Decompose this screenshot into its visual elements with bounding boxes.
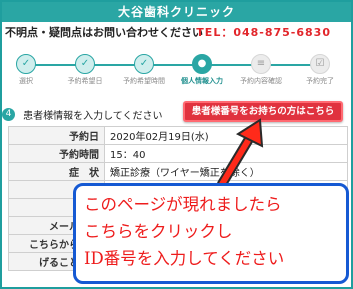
arrow-shaft (219, 131, 255, 187)
table-row: 予約日 2020年02月19日(水) (8, 126, 348, 145)
step-label: 予約希望時間 (123, 77, 165, 85)
step-label: 予約内容確認 (240, 77, 282, 85)
progress-steps: ✓ 選択 ✓ 予約希望日 ✓ 予約希望時間 ● 個人情報入力 ≡ 予約内容確認 … (0, 54, 349, 94)
person-icon: ● (192, 54, 212, 74)
step-label: 予約希望日 (67, 77, 103, 85)
clinic-title-bar: 大谷歯科クリニック (2, 2, 351, 22)
step-label: 選択 (19, 77, 33, 85)
table-row: 症 状 矯正診療（ワイヤー矯正を除く） (8, 162, 348, 181)
step-select: ✓ 選択 (0, 54, 56, 86)
step-complete: ☑ 予約完了 (290, 54, 350, 86)
inquiry-text: 不明点・疑問点はお問い合わせください (5, 26, 203, 39)
instruction-callout: このページが現れましたら こちらをクリックし ID番号を入力してください (73, 183, 349, 284)
row-label: 予約時間 (8, 144, 105, 163)
step-label: 個人情報入力 (181, 77, 223, 85)
step-confirm: ≡ 予約内容確認 (231, 54, 291, 86)
callout-line-1: このページが現れましたら (84, 195, 282, 214)
row-label: 予約日 (8, 126, 105, 145)
section-title: 患者様情報を入力してください (23, 111, 163, 122)
row-label: 症 状 (8, 162, 105, 181)
red-arrow-icon (217, 118, 264, 189)
clinic-title: 大谷歯科クリニック (117, 5, 235, 19)
step-personal-info: ● 個人情報入力 (172, 54, 232, 86)
check-icon: ✓ (75, 54, 95, 74)
table-row: 予約時間 15：40 (8, 144, 348, 163)
tel-link[interactable]: TEL：048-875-6830 (196, 22, 331, 44)
document-icon: ≡ (251, 54, 271, 74)
check-icon: ✓ (134, 54, 154, 74)
step-label: 予約完了 (306, 77, 334, 85)
checkbox-icon: ☑ (310, 54, 330, 74)
callout-line-2: こちらをクリックし (84, 222, 233, 241)
step-time: ✓ 予約希望時間 (114, 54, 174, 86)
check-icon: ✓ (16, 54, 36, 74)
section-number-badge: 4 (2, 108, 15, 121)
step-date: ✓ 予約希望日 (55, 54, 115, 86)
contact-bar: 不明点・疑問点はお問い合わせください TEL：048-875-6830 (2, 22, 351, 44)
section-header: 4 患者様情報を入力してください (2, 104, 182, 122)
callout-line-3: ID番号を入力してください (84, 249, 285, 268)
